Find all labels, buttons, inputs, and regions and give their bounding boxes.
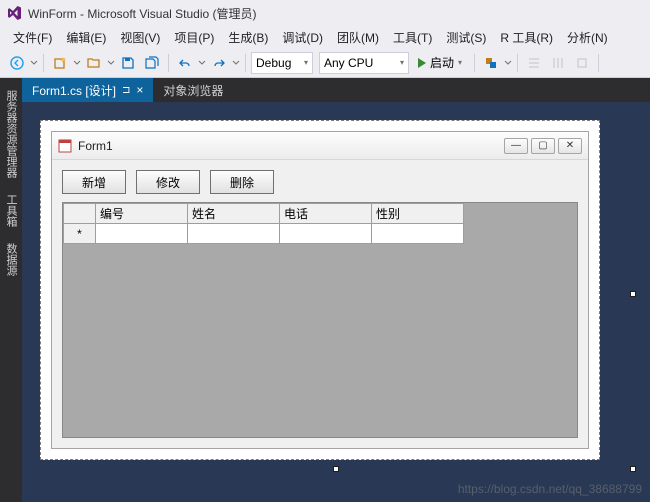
nav-back-button[interactable] [6,52,28,74]
separator [598,54,599,72]
separator [168,54,169,72]
start-label: 启动 [430,54,454,71]
visual-studio-icon [6,5,22,21]
menu-project[interactable]: 项目(P) [167,27,221,48]
redo-dropdown[interactable] [232,52,240,74]
grid-col-id[interactable]: 编号 [96,204,188,224]
close-button[interactable]: ✕ [558,138,582,154]
platform-combo[interactable]: Any CPU ▾ [319,52,409,74]
menu-rtools[interactable]: R 工具(R) [493,27,560,48]
chevron-down-icon: ▾ [458,58,462,67]
winform-titlebar: Form1 — ▢ ✕ [52,132,588,160]
process-button[interactable] [480,52,502,74]
undo-button[interactable] [174,52,196,74]
menu-tools[interactable]: 工具(T) [386,27,439,48]
maximize-button[interactable]: ▢ [531,138,555,154]
delete-button[interactable]: 删除 [210,170,274,194]
menu-file[interactable]: 文件(F) [6,27,59,48]
menu-view[interactable]: 视图(V) [113,27,167,48]
sidetab-toolbox[interactable]: 工具箱 [1,186,21,235]
window-title: WinForm - Microsoft Visual Studio (管理员) [28,5,257,22]
nav-history-dropdown[interactable] [30,52,38,74]
winform-title: Form1 [78,139,504,153]
open-dropdown[interactable] [107,52,115,74]
menu-test[interactable]: 测试(S) [439,27,493,48]
side-panel: 服务器资源管理器 工具箱 数据源 [0,78,22,502]
form-designer[interactable]: Form1 — ▢ ✕ 新增 修改 删除 [22,102,650,502]
resize-handle-corner[interactable] [630,466,636,472]
chevron-down-icon: ▾ [304,58,308,67]
window-titlebar: WinForm - Microsoft Visual Studio (管理员) [0,0,650,26]
toolbar: Debug ▾ Any CPU ▾ 启动 ▾ [0,48,650,78]
align-button-1[interactable] [523,52,545,74]
start-debug-button[interactable]: 启动 ▾ [411,52,469,74]
play-icon [418,58,426,68]
tab-form1-design[interactable]: Form1.cs [设计] ⊐ × [22,78,153,102]
process-dropdown[interactable] [504,52,512,74]
menu-build[interactable]: 生成(B) [221,27,275,48]
document-well: Form1.cs [设计] ⊐ × 对象浏览器 Form1 — [22,78,650,502]
grid-cell[interactable] [188,224,280,244]
grid-col-name[interactable]: 姓名 [188,204,280,224]
close-icon[interactable]: × [136,83,143,97]
grid-row-header[interactable]: * [64,224,96,244]
watermark: https://blog.csdn.net/qq_38688799 [458,482,642,496]
config-combo[interactable]: Debug ▾ [251,52,313,74]
separator [474,54,475,72]
pin-icon[interactable]: ⊐ [122,85,130,96]
design-canvas[interactable]: Form1 — ▢ ✕ 新增 修改 删除 [40,120,600,460]
grid-cell[interactable] [96,224,188,244]
edit-button[interactable]: 修改 [136,170,200,194]
grid-col-gender[interactable]: 性别 [372,204,464,224]
datagridview[interactable]: 编号 姓名 电话 性别 * [62,202,578,438]
menu-debug[interactable]: 调试(D) [275,27,330,48]
separator [245,54,246,72]
winform-body: 新增 修改 删除 编号 姓名 电话 性 [52,160,588,448]
config-value: Debug [256,56,291,70]
sidetab-server-explorer[interactable]: 服务器资源管理器 [1,82,21,186]
chevron-down-icon: ▾ [400,58,404,67]
redo-button[interactable] [208,52,230,74]
align-button-3[interactable] [571,52,593,74]
resize-handle-right[interactable] [630,291,636,297]
align-button-2[interactable] [547,52,569,74]
separator [43,54,44,72]
platform-value: Any CPU [324,56,373,70]
tab-object-browser[interactable]: 对象浏览器 [153,78,233,102]
new-dropdown[interactable] [73,52,81,74]
grid-cell[interactable] [280,224,372,244]
separator [517,54,518,72]
menu-team[interactable]: 团队(M) [330,27,386,48]
save-button[interactable] [117,52,139,74]
menu-analyze[interactable]: 分析(N) [560,27,615,48]
sidetab-data-sources[interactable]: 数据源 [1,235,21,284]
grid-cell[interactable] [372,224,464,244]
grid-new-row[interactable]: * [64,224,464,244]
form-icon [58,139,72,153]
grid-corner[interactable] [64,204,96,224]
save-all-button[interactable] [141,52,163,74]
tab-label: Form1.cs [设计] [32,82,116,99]
new-project-button[interactable] [49,52,71,74]
minimize-button[interactable]: — [504,138,528,154]
winform-preview[interactable]: Form1 — ▢ ✕ 新增 修改 删除 [51,131,589,449]
resize-handle-bottom[interactable] [333,466,339,472]
tab-label: 对象浏览器 [163,82,223,99]
menu-bar: 文件(F) 编辑(E) 视图(V) 项目(P) 生成(B) 调试(D) 团队(M… [0,26,650,48]
undo-dropdown[interactable] [198,52,206,74]
grid-col-phone[interactable]: 电话 [280,204,372,224]
open-file-button[interactable] [83,52,105,74]
document-tabs: Form1.cs [设计] ⊐ × 对象浏览器 [22,78,650,102]
menu-edit[interactable]: 编辑(E) [59,27,113,48]
add-button[interactable]: 新增 [62,170,126,194]
